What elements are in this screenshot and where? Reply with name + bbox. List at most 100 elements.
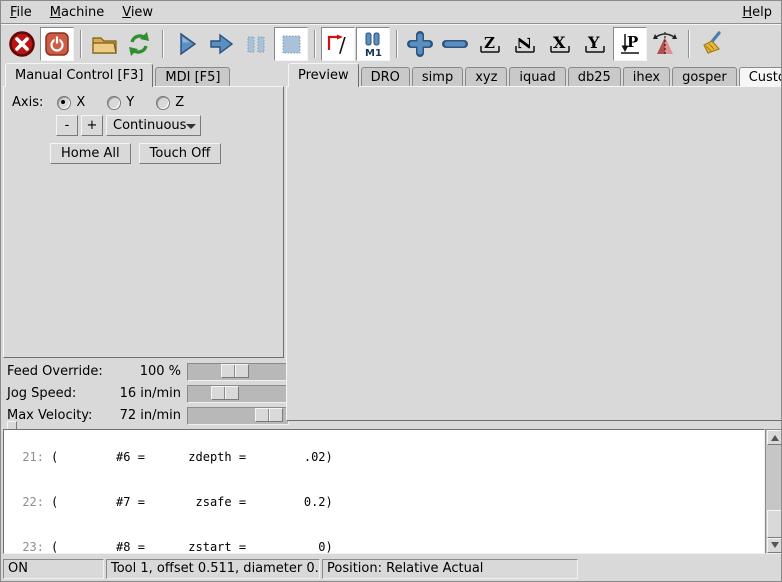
optional-stop-button[interactable]: M1	[356, 27, 390, 61]
axis-window: File Machine View Help	[0, 0, 782, 582]
view-y-button[interactable]: Y	[578, 27, 612, 61]
view-z-button[interactable]: Z	[473, 27, 507, 61]
view-z2-button[interactable]: Z	[508, 27, 542, 61]
chevron-down-icon	[186, 124, 196, 134]
left-notebook-tabs: Manual Control [F3] MDI [F5]	[5, 63, 232, 87]
pause-button[interactable]	[239, 27, 273, 61]
view-x-button[interactable]: X	[543, 27, 577, 61]
axis-x-radio[interactable]	[57, 96, 71, 110]
tab-simp[interactable]: simp	[412, 67, 463, 87]
arrow-up-icon	[771, 431, 779, 441]
max-velocity-row: Max Velocity: 72 in/min	[7, 406, 283, 426]
feed-override-thumb[interactable]	[221, 364, 249, 378]
rotate-view-cone-icon	[651, 30, 679, 58]
pause-icon	[242, 30, 270, 58]
axis-z-radio[interactable]	[156, 96, 170, 110]
arrow-down-icon	[771, 542, 779, 552]
jog-controls: - + Continuous	[56, 115, 201, 136]
tab-mdi[interactable]: MDI [F5]	[155, 67, 230, 87]
tab-dro[interactable]: DRO	[361, 67, 410, 87]
view-perspective-button[interactable]: P	[613, 27, 647, 61]
jog-plus-button[interactable]: +	[81, 115, 103, 136]
power-icon	[44, 31, 70, 57]
folder-icon	[90, 30, 118, 58]
zoom-in-icon	[406, 30, 434, 58]
block-delete-icon: /	[324, 30, 352, 58]
view-z-icon: Z	[477, 31, 503, 57]
stop-button[interactable]	[274, 27, 308, 61]
axis-selector: Axis: X Y Z	[12, 95, 206, 110]
tab-custom[interactable]: Custom	[739, 67, 782, 87]
jog-speed-value: 16 in/min	[85, 386, 181, 401]
preview-page	[286, 86, 782, 421]
menu-file[interactable]: File	[1, 3, 41, 22]
feed-override-row: Feed Override: 100 %	[7, 362, 283, 382]
feed-override-value: 100 %	[85, 364, 181, 379]
step-icon	[207, 30, 235, 58]
clear-plot-button[interactable]	[695, 27, 729, 61]
jog-speed-row: Jog Speed: 16 in/min	[7, 384, 283, 404]
tab-iquad[interactable]: iquad	[509, 67, 565, 87]
gcode-listing[interactable]: 21:( #6 = zdepth = .02) 22:( #7 = zsafe …	[3, 429, 765, 554]
max-velocity-thumb[interactable]	[255, 408, 283, 422]
tab-preview[interactable]: Preview	[288, 63, 359, 87]
toolbar-separator	[688, 30, 690, 58]
scroll-up-button[interactable]	[767, 430, 782, 445]
gcode-lines: 21:( #6 = zdepth = .02) 22:( #7 = zsafe …	[4, 429, 764, 554]
clear-plot-broom-icon	[698, 30, 726, 58]
jog-increment-dropdown[interactable]: Continuous	[106, 115, 201, 136]
jog-minus-button[interactable]: -	[56, 115, 78, 136]
optional-stop-m1-icon: M1	[359, 30, 387, 58]
stop-icon	[277, 30, 305, 58]
reload-button[interactable]	[122, 27, 156, 61]
svg-text:/: /	[339, 33, 346, 57]
jog-speed-thumb[interactable]	[211, 386, 239, 400]
menu-view[interactable]: View	[113, 3, 162, 22]
machine-power-button[interactable]	[40, 27, 74, 61]
zoom-in-button[interactable]	[403, 27, 437, 61]
axis-y-radio[interactable]	[107, 96, 121, 110]
view-y-icon: Y	[582, 31, 608, 57]
reload-icon	[125, 30, 153, 58]
menu-help[interactable]: Help	[733, 3, 781, 22]
position-mode-cell: Position: Relative Actual	[322, 559, 578, 579]
feed-override-slider[interactable]	[187, 363, 289, 381]
block-delete-button[interactable]: /	[321, 27, 355, 61]
estop-button[interactable]	[5, 27, 39, 61]
rotate-view-button[interactable]	[648, 27, 682, 61]
jog-speed-label: Jog Speed:	[7, 386, 76, 401]
jog-speed-slider[interactable]	[187, 385, 289, 403]
svg-text:Z: Z	[484, 34, 495, 52]
zoom-out-button[interactable]	[438, 27, 472, 61]
max-velocity-label: Max Velocity:	[7, 408, 92, 423]
open-file-button[interactable]	[87, 27, 121, 61]
tab-xyz[interactable]: xyz	[465, 67, 507, 87]
svg-text:P: P	[627, 33, 638, 51]
toolbar: / M1 Z	[1, 25, 781, 62]
statusbar: ON Tool 1, offset 0.511, diameter 0.125 …	[1, 557, 781, 582]
step-button[interactable]	[204, 27, 238, 61]
svg-text:M1: M1	[365, 48, 382, 58]
tab-ihex[interactable]: ihex	[623, 67, 670, 87]
zoom-out-icon	[441, 30, 469, 58]
svg-text:Y: Y	[587, 33, 600, 52]
max-velocity-slider[interactable]	[187, 407, 289, 425]
gcode-scrollbar[interactable]	[765, 429, 782, 554]
toolbar-separator	[314, 30, 316, 58]
scroll-down-button[interactable]	[767, 538, 782, 553]
scrollbar-thumb[interactable]	[767, 510, 782, 538]
tab-gosper[interactable]: gosper	[672, 67, 737, 87]
gcode-line: 21:( #6 = zdepth = .02)	[8, 450, 764, 465]
view-z2-rotated-icon: Z	[512, 31, 538, 57]
run-button[interactable]	[169, 27, 203, 61]
home-all-button[interactable]: Home All	[50, 143, 131, 164]
menu-machine[interactable]: Machine	[41, 3, 113, 22]
tab-manual-control[interactable]: Manual Control [F3]	[5, 63, 153, 87]
estop-icon	[8, 30, 36, 58]
tab-db25[interactable]: db25	[568, 67, 621, 87]
gcode-line: 22:( #7 = zsafe = 0.2)	[8, 495, 764, 510]
touch-off-button[interactable]: Touch Off	[139, 143, 222, 164]
right-notebook-tabs: Preview DRO simp xyz iquad db25 ihex gos…	[288, 63, 782, 87]
axis-label: Axis:	[12, 95, 43, 110]
run-icon	[172, 30, 200, 58]
